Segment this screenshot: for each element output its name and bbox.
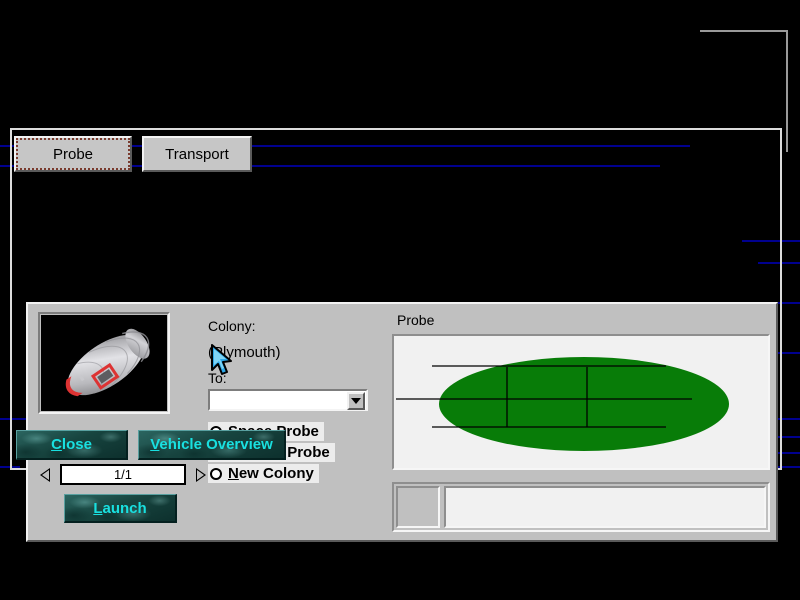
colony-label: Colony:	[208, 318, 255, 334]
close-button-label: Close	[51, 436, 92, 453]
probe-diagram	[394, 336, 768, 468]
radio-new-colony-label: New Colony	[228, 465, 314, 482]
destination-combobox[interactable]	[208, 389, 368, 411]
probe-status-field	[444, 486, 766, 528]
page-spinner[interactable]: 1/1	[38, 464, 208, 486]
launch-button-label: Launch	[93, 500, 146, 517]
app-screen: 1/1 Launch Colony: (Plymouth) To: Space …	[0, 0, 800, 600]
colony-value: (Plymouth)	[208, 344, 281, 361]
vehicle-thumbnail-image	[41, 315, 167, 411]
tab-transport[interactable]: Transport	[142, 136, 252, 172]
page-indicator: 1/1	[60, 464, 186, 485]
radio-dot-icon	[210, 468, 222, 480]
probe-diagram-canvas	[392, 334, 770, 470]
to-label: To:	[208, 370, 227, 386]
probe-status-row	[392, 482, 770, 532]
probe-dialog: 1/1 Launch Colony: (Plymouth) To: Space …	[10, 128, 782, 470]
probe-preview-label: Probe	[394, 312, 437, 328]
probe-icon-slot[interactable]	[396, 486, 440, 528]
close-button[interactable]: Close	[16, 430, 128, 460]
radio-new-colony[interactable]: New Colony	[208, 464, 319, 483]
next-arrow-icon[interactable]	[196, 468, 206, 482]
tab-probe-label: Probe	[53, 146, 93, 163]
tab-probe[interactable]: Probe	[14, 136, 132, 172]
backdrop-edge-line	[786, 30, 788, 152]
launch-button[interactable]: Launch	[64, 494, 177, 523]
probe-panel: 1/1 Launch Colony: (Plymouth) To: Space …	[26, 302, 778, 542]
probe-preview-group: Probe	[390, 312, 772, 536]
chevron-down-icon[interactable]	[347, 392, 365, 410]
tab-transport-label: Transport	[165, 146, 229, 163]
vehicle-thumbnail-frame	[38, 312, 170, 414]
backdrop-edge-line	[700, 30, 788, 32]
vehicle-overview-button-label: Vehicle Overview	[150, 436, 273, 453]
vehicle-overview-button[interactable]: Vehicle Overview	[138, 430, 286, 460]
prev-arrow-icon[interactable]	[40, 468, 50, 482]
